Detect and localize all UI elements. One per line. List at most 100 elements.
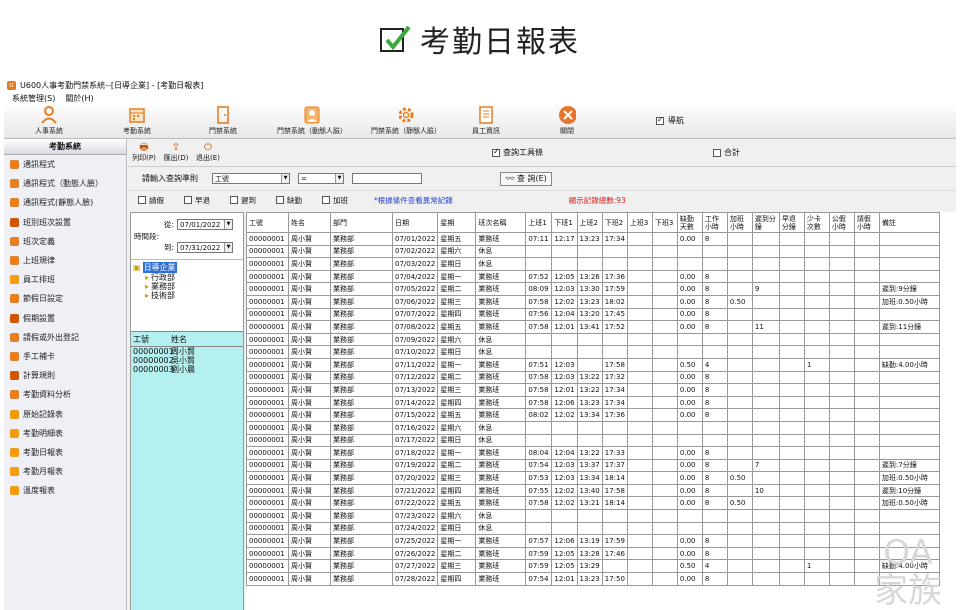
filter-checkbox[interactable] [276, 196, 284, 204]
sidebar-item[interactable]: 手工補卡 [4, 347, 126, 366]
table-row[interactable]: 00000001 周小賢 業務部 07/11/2022 星期一 業務班 07:51 12:03… [246, 357, 940, 372]
table-row[interactable]: 00000001 周小賢 業務部 07/05/2022 星期二 業務班 08:09 12:03… [246, 282, 940, 296]
print-button[interactable]: 🖶 列印(P) [128, 142, 160, 163]
export-button[interactable]: ⇪ 匯出(D) [160, 142, 192, 163]
filter-option[interactable]: 缺勤 [276, 195, 322, 206]
column-header[interactable]: 備註 [878, 212, 940, 233]
field-select[interactable]: 工號 ▼ [212, 173, 290, 184]
column-header[interactable]: 請假小時 [853, 212, 880, 233]
employee-row[interactable]: 00000002 吳小賢 [131, 356, 243, 365]
toolbar-access-button[interactable]: 門禁系統 [180, 103, 266, 138]
column-header[interactable]: 上班2 [576, 212, 603, 233]
show-query-toolbar-toggle[interactable]: 查詢工具條 [492, 147, 543, 158]
date-from-select[interactable]: 07/01/2022 ▼ [177, 219, 234, 230]
table-row[interactable]: 00000001 周小賢 業務部 07/23/2022 星期六 休息 [246, 509, 940, 523]
table-row[interactable]: 00000001 周小賢 業務部 07/03/2022 星期日 休息 [246, 257, 940, 271]
search-button[interactable]: 👓 查 詢(E) [500, 171, 552, 186]
column-header[interactable]: 下班2 [601, 212, 628, 233]
table-row[interactable]: 00000001 周小賢 業務部 07/21/2022 星期四 業務班 07:55 12:02… [246, 483, 940, 498]
operator-select[interactable]: = ▼ [298, 173, 344, 184]
column-header[interactable]: 缺勤天數 [676, 212, 703, 233]
column-header[interactable]: 下班1 [551, 212, 578, 233]
table-row[interactable]: 00000001 周小賢 業務部 07/14/2022 星期四 業務班 07:58 12:06… [246, 395, 940, 410]
sidebar-item[interactable]: 通訊程式（動態人臉） [4, 174, 126, 193]
column-header[interactable]: 少卡次數 [803, 212, 830, 233]
employee-row[interactable]: 00000001 周小賢 [131, 347, 243, 356]
value-input[interactable] [352, 173, 422, 184]
toolbar-hr-button[interactable]: 人事系統 [4, 103, 94, 138]
table-row[interactable]: 00000001 周小賢 業務部 07/01/2022 星期五 業務班 07:11 12:17… [246, 232, 940, 246]
toolbar-static-face-button[interactable]: 門禁系統（靜態人臉） [358, 103, 454, 138]
filter-option[interactable]: 早退 [184, 195, 230, 206]
sidebar-item[interactable]: 通訊程式 [4, 155, 126, 174]
column-header[interactable]: 加班小時 [726, 212, 753, 233]
table-row[interactable]: 00000001 周小賢 業務部 07/07/2022 星期四 業務班 07:56 12:04… [246, 307, 940, 322]
column-header[interactable]: 遲到分鐘 [751, 212, 780, 233]
table-row[interactable]: 00000001 周小賢 業務部 07/17/2022 星期日 休息 [246, 433, 940, 448]
table-row[interactable]: 00000001 周小賢 業務部 07/16/2022 星期六 休息 [246, 420, 940, 435]
filter-checkbox[interactable] [322, 196, 330, 204]
toolbar-dynamic-face-button[interactable]: 門禁系統（動態人臉） [266, 103, 358, 138]
tree-root[interactable]: ▣ 日導企業 [133, 262, 243, 273]
sidebar-item[interactable]: 上班規律 [4, 251, 126, 270]
sidebar-item[interactable]: 計算規則 [4, 366, 126, 385]
table-row[interactable]: 00000001 周小賢 業務部 07/25/2022 星期一 業務班 07:57 12:06… [246, 534, 940, 548]
exit-button[interactable]: ⏻ 退出(E) [192, 142, 224, 163]
toolbar-close-button[interactable]: 關閉 [518, 103, 616, 138]
column-header[interactable]: 部門 [330, 212, 393, 233]
table-row[interactable]: 00000001 周小賢 業務部 07/28/2022 星期四 業務班 07:54 12:01… [246, 572, 940, 586]
column-header[interactable]: 姓名 [288, 212, 331, 233]
table-row[interactable]: 00000001 周小賢 業務部 07/08/2022 星期五 業務班 07:58 12:01… [246, 320, 940, 334]
sidebar-item[interactable]: 假期設置 [4, 309, 126, 328]
column-header[interactable]: 上班1 [525, 212, 553, 233]
table-row[interactable]: 00000001 周小賢 業務部 07/12/2022 星期二 業務班 07:58 12:03… [246, 370, 940, 385]
menu-system[interactable]: 系統管理(S) [12, 93, 55, 104]
guide-toggle[interactable]: 導航 [656, 103, 684, 138]
table-row[interactable]: 00000001 周小賢 業務部 07/20/2022 星期三 業務班 07:53 12:03… [246, 471, 940, 485]
total-toggle[interactable]: 合計 [713, 147, 740, 158]
table-row[interactable]: 00000001 周小賢 業務部 07/13/2022 星期三 業務班 07:58 12:01… [246, 383, 940, 397]
sidebar-item[interactable]: 考勤資料分析 [4, 385, 126, 404]
sidebar-item[interactable]: 班次定義 [4, 232, 126, 251]
filter-option[interactable]: 加班 [322, 195, 368, 206]
filter-checkbox[interactable] [138, 196, 146, 204]
table-row[interactable]: 00000001 周小賢 業務部 07/02/2022 星期六 休息 [246, 244, 940, 259]
table-row[interactable]: 00000001 周小賢 業務部 07/15/2022 星期五 業務班 08:02 12:02… [246, 408, 940, 422]
total-checkbox[interactable] [713, 148, 721, 157]
column-header[interactable]: 工號 [246, 212, 289, 233]
sidebar-item[interactable]: 考勤月報表 [4, 462, 126, 481]
sidebar-item[interactable]: 考勤明細表 [4, 424, 126, 443]
table-row[interactable]: 00000001 周小賢 業務部 07/18/2022 星期一 業務班 08:04 12:04… [246, 446, 940, 460]
sidebar-item[interactable]: 考勤日報表 [4, 443, 126, 462]
sidebar-item[interactable]: 員工排班 [4, 270, 126, 289]
date-to-select[interactable]: 07/31/2022 ▼ [177, 242, 234, 253]
column-header[interactable]: 下班3 [651, 212, 678, 233]
toolbar-attendance-button[interactable]: 考勤系統 [94, 103, 180, 138]
toolbar-staff-info-button[interactable]: 員工資訊 [454, 103, 518, 138]
column-header[interactable]: 工作小時 [701, 212, 728, 233]
table-row[interactable]: 00000001 周小賢 業務部 07/10/2022 星期日 休息 [246, 345, 940, 359]
column-header[interactable]: 上班3 [626, 212, 653, 233]
column-header[interactable]: 早退分鐘 [778, 212, 805, 233]
tree-node[interactable]: ▸ 技術部 [145, 291, 243, 300]
table-row[interactable]: 00000001 周小賢 業務部 07/22/2022 星期五 業務班 07:58 12:02… [246, 496, 940, 511]
sidebar-item[interactable]: 節假日設定 [4, 289, 126, 308]
column-header[interactable]: 星期 [437, 212, 477, 233]
sidebar-item[interactable]: 班別班次設置 [4, 213, 126, 232]
filter-option[interactable]: 請假 [138, 195, 184, 206]
menu-about[interactable]: 關於(H) [65, 93, 93, 104]
sidebar-item[interactable]: 請假或外出登記 [4, 328, 126, 347]
table-row[interactable]: 00000001 周小賢 業務部 07/09/2022 星期六 休息 [246, 332, 940, 347]
filter-option[interactable]: 遲到 [230, 195, 276, 206]
filter-checkbox[interactable] [184, 196, 192, 204]
table-row[interactable]: 00000001 周小賢 業務部 07/26/2022 星期二 業務班 07:59 12:05… [246, 546, 940, 561]
table-row[interactable]: 00000001 周小賢 業務部 07/27/2022 星期三 業務班 07:59 12:05… [246, 559, 940, 574]
table-row[interactable]: 00000001 周小賢 業務部 07/04/2022 星期一 業務班 07:52 12:05… [246, 269, 940, 284]
sidebar-item[interactable]: 通訊程式(靜態人臉) [4, 193, 126, 212]
column-header[interactable]: 班次名稱 [475, 212, 527, 233]
column-header[interactable]: 日期 [391, 212, 439, 233]
table-row[interactable]: 00000001 周小賢 業務部 07/24/2022 星期日 休息 [246, 521, 940, 536]
column-header[interactable]: 公假小時 [828, 212, 855, 233]
employee-row[interactable]: 00000003 劉小晨 [131, 365, 243, 374]
table-row[interactable]: 00000001 周小賢 業務部 07/19/2022 星期二 業務班 07:54 12:03… [246, 458, 940, 473]
